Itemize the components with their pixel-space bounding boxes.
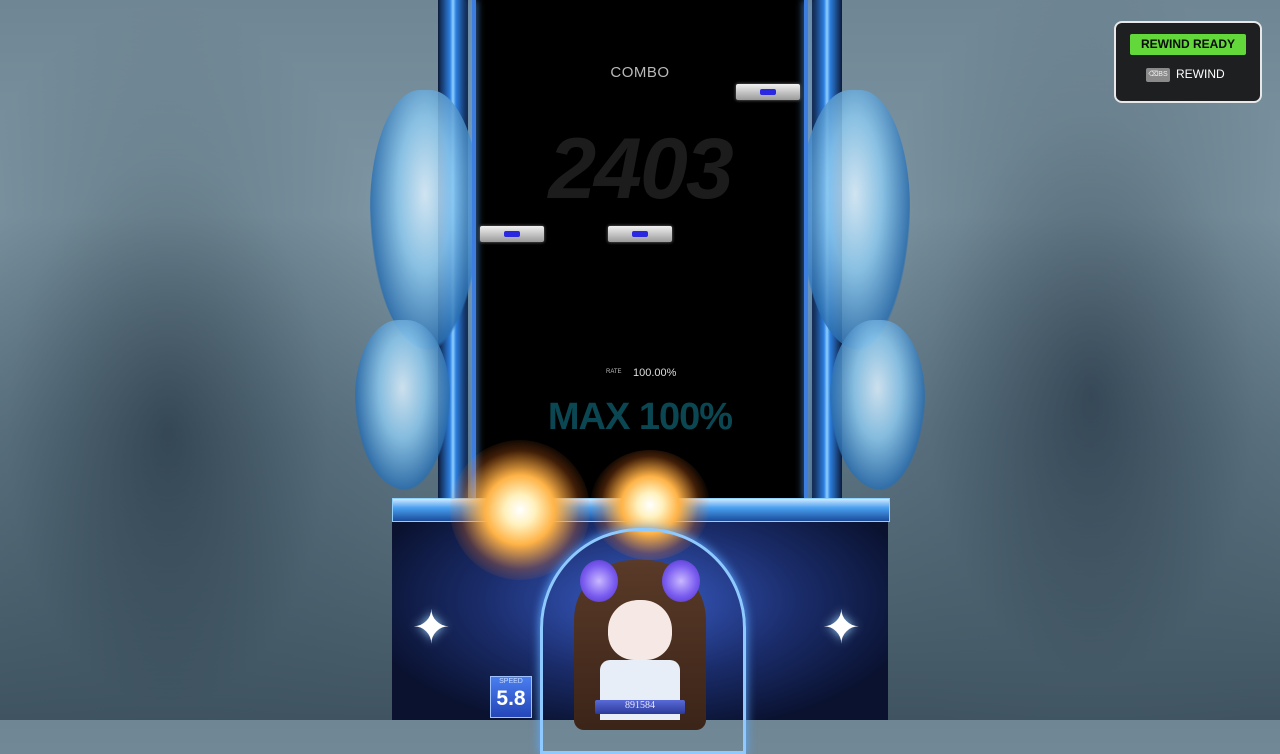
note-lane-4 — [736, 84, 800, 100]
background-left — [0, 0, 420, 720]
backspace-key-icon: ⌫BS — [1146, 68, 1170, 82]
note-lanes: COMBO 2403 RATE 100.00% MAX 100% — [472, 0, 808, 500]
rate-value: 100.00% — [633, 367, 677, 379]
character-face — [608, 600, 672, 660]
max-percent-text: MAX 100% — [547, 396, 733, 438]
sparkle-icon: ✦ — [822, 601, 861, 653]
right-feather — [830, 320, 925, 490]
speed-indicator: SPEED 5.8 — [490, 676, 532, 718]
rewind-button[interactable]: REWIND — [1176, 67, 1225, 81]
score-display: 891584 — [595, 700, 685, 714]
left-feather — [355, 320, 450, 490]
rate-label: RATE — [606, 369, 622, 375]
speed-label: SPEED — [499, 678, 523, 685]
flower-icon — [580, 560, 618, 602]
combo-label: COMBO — [610, 64, 670, 81]
score-value: 891584 — [625, 700, 655, 711]
rewind-panel: REWIND READY ⌫BS REWIND — [1114, 21, 1262, 103]
speed-value: 5.8 — [496, 687, 526, 710]
combo-counter: 2403 — [548, 121, 733, 217]
left-wing — [370, 90, 480, 350]
sparkle-icon: ✦ — [412, 601, 451, 653]
note-lane-1 — [480, 226, 544, 242]
note-lane-3 — [608, 226, 672, 242]
flower-icon — [662, 560, 700, 602]
rewind-ready-badge: REWIND READY — [1130, 34, 1246, 55]
background-right — [860, 0, 1280, 720]
